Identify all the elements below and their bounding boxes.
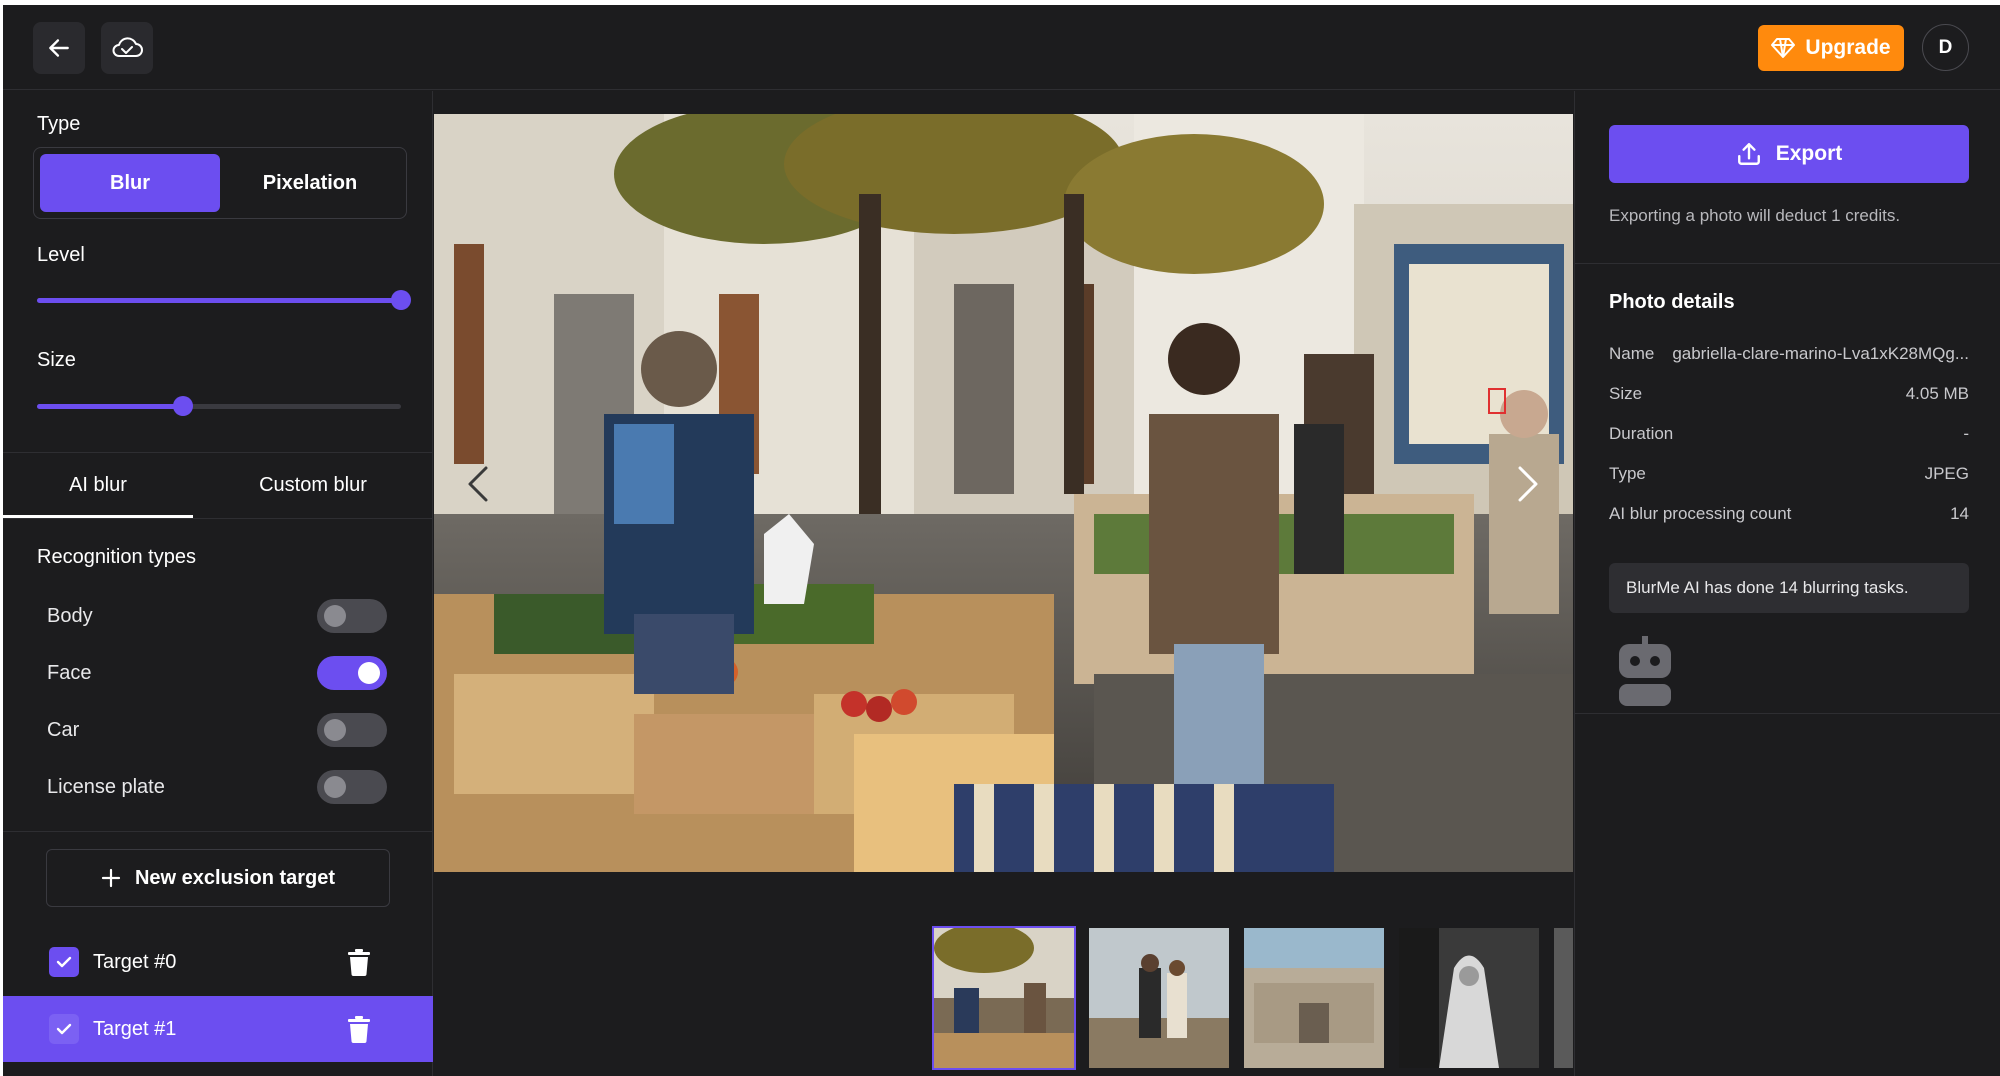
new-target-label: New exclusion target	[134, 866, 336, 889]
recognition-license-plate-label: License plate	[47, 775, 165, 798]
back-button[interactable]	[33, 22, 85, 74]
detail-duration: Duration -	[1609, 424, 1969, 448]
assistant-message: BlurMe AI has done 14 blurring tasks.	[1609, 563, 1969, 613]
tab-ai-blur[interactable]: AI blur	[3, 453, 193, 518]
new-exclusion-target-button[interactable]: New exclusion target	[46, 849, 390, 907]
photo-preview[interactable]	[434, 114, 1573, 872]
detail-label: AI blur processing count	[1609, 504, 1792, 523]
size-slider-fill	[37, 404, 183, 409]
blur-mode-tabs: AI blur Custom blur	[3, 453, 433, 518]
size-label: Size	[37, 349, 76, 371]
upload-icon	[1737, 143, 1760, 165]
thumbnail-partial[interactable]	[1554, 928, 1573, 1068]
toggle-knob	[324, 719, 346, 741]
trash-icon[interactable]	[347, 948, 371, 976]
body-toggle[interactable]	[317, 599, 387, 633]
upgrade-button[interactable]: Upgrade	[1758, 25, 1904, 71]
market-photo-image	[434, 114, 1573, 872]
level-slider[interactable]	[37, 290, 411, 310]
top-bar: Upgrade D	[3, 5, 2000, 90]
check-icon	[56, 956, 72, 968]
target-row-selected[interactable]: Target #1	[3, 996, 433, 1062]
size-slider[interactable]	[37, 396, 401, 416]
divider	[1575, 713, 2000, 714]
check-icon	[56, 1023, 72, 1035]
type-option-pixelation[interactable]: Pixelation	[220, 154, 400, 212]
thumbnail-couple[interactable]	[1089, 928, 1229, 1068]
upgrade-label: Upgrade	[1805, 36, 1891, 59]
thumbnail-image	[1089, 928, 1229, 1068]
target-checkbox[interactable]	[49, 947, 79, 977]
detail-type: Type JPEG	[1609, 464, 1969, 488]
thumbnail-image	[1554, 928, 1573, 1068]
export-note: Exporting a photo will deduct 1 credits.	[1609, 206, 1901, 225]
tab-custom-blur[interactable]: Custom blur	[218, 453, 408, 518]
license-plate-toggle[interactable]	[317, 770, 387, 804]
preview-area	[434, 91, 1573, 1076]
recognition-item-car: Car	[47, 710, 387, 750]
detail-name: Name gabriella-clare-marino-Lva1xK28MQg.…	[1609, 344, 1969, 368]
target-checkbox[interactable]	[49, 1014, 79, 1044]
recognition-face-label: Face	[47, 661, 92, 684]
detail-value: gabriella-clare-marino-Lva1xK28MQg...	[1672, 344, 1969, 363]
car-toggle[interactable]	[317, 713, 387, 747]
divider	[3, 518, 432, 519]
detail-label: Type	[1609, 464, 1646, 483]
avatar[interactable]: D	[1922, 24, 1969, 71]
target-label: Target #1	[93, 1017, 177, 1040]
thumbnail-image	[1399, 928, 1539, 1068]
recognition-body-label: Body	[47, 604, 93, 627]
thumbnail-image	[934, 928, 1074, 1068]
thumbnail-market[interactable]	[932, 926, 1076, 1070]
app-window: Upgrade D Type Blur Pixelation Level Siz…	[3, 5, 2000, 1076]
photo-details-title: Photo details	[1609, 291, 1735, 313]
type-label: Type	[37, 113, 81, 135]
cloud-sync-button[interactable]	[101, 22, 153, 74]
detail-processing-count: AI blur processing count 14	[1609, 504, 1969, 528]
recognition-item-face: Face	[47, 653, 387, 693]
export-button[interactable]: Export	[1609, 125, 1969, 183]
plus-icon	[101, 868, 121, 888]
target-row[interactable]: Target #0	[3, 929, 433, 995]
toggle-knob	[358, 662, 380, 684]
size-slider-handle[interactable]	[172, 396, 193, 416]
recognition-types-label: Recognition types	[37, 546, 196, 568]
detail-value: 4.05 MB	[1905, 384, 1969, 403]
detail-label: Name	[1609, 344, 1655, 363]
recognition-car-label: Car	[47, 718, 80, 741]
level-slider-handle[interactable]	[391, 290, 411, 310]
level-slider-fill	[37, 298, 401, 303]
target-label: Target #0	[93, 950, 177, 973]
detail-value: -	[1963, 424, 1969, 443]
detail-label: Duration	[1609, 424, 1674, 443]
thumbnail-theater[interactable]	[1244, 928, 1384, 1068]
cloud-check-icon	[112, 37, 143, 57]
robot-icon	[1619, 636, 1671, 706]
recognition-item-body: Body	[47, 596, 387, 636]
settings-panel: Type Blur Pixelation Level Size AI blur …	[3, 91, 433, 1076]
toggle-knob	[324, 776, 346, 798]
arrow-left-icon	[49, 39, 69, 57]
thumbnail-image	[1244, 928, 1384, 1068]
type-option-blur[interactable]: Blur	[40, 154, 220, 212]
details-panel: Export Exporting a photo will deduct 1 c…	[1574, 91, 2000, 1076]
thumbnail-bride[interactable]	[1399, 928, 1539, 1068]
recognition-item-license-plate: License plate	[47, 767, 387, 807]
toggle-knob	[324, 605, 346, 627]
detail-value: JPEG	[1924, 464, 1969, 483]
type-toggle: Blur Pixelation	[33, 147, 407, 219]
chevron-right-icon[interactable]	[1514, 464, 1542, 504]
level-label: Level	[37, 244, 85, 266]
trash-icon[interactable]	[347, 1015, 371, 1043]
detail-value: 14	[1950, 504, 1969, 523]
divider	[3, 831, 432, 832]
divider	[1575, 263, 2000, 264]
chevron-left-icon[interactable]	[464, 464, 492, 504]
detail-label: Size	[1609, 384, 1643, 403]
detail-size: Size 4.05 MB	[1609, 384, 1969, 408]
face-toggle[interactable]	[317, 656, 387, 690]
diamond-icon	[1771, 38, 1796, 58]
export-label: Export	[1775, 142, 1843, 165]
